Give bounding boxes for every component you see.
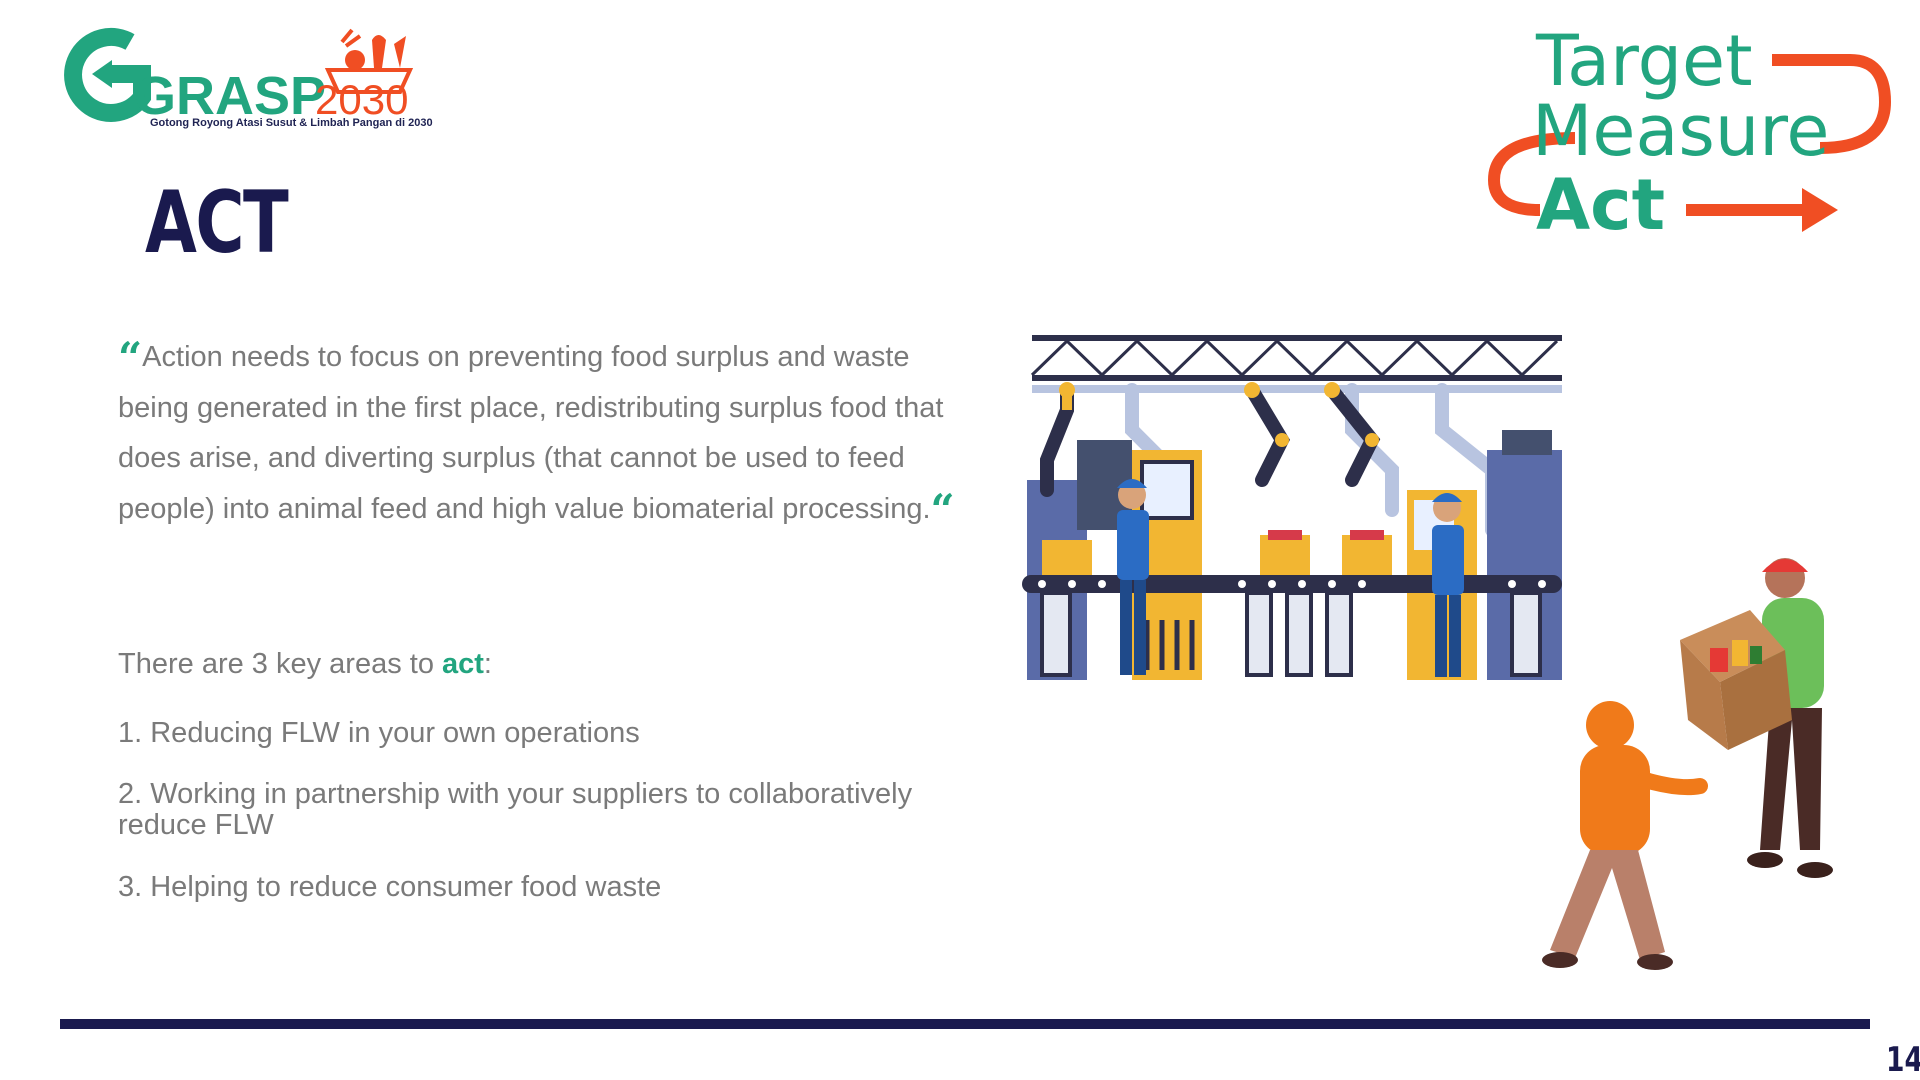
tma-measure-label: Measure <box>1532 90 1830 172</box>
quote-text: Action needs to focus on preventing food… <box>118 341 944 525</box>
arrow-right-icon <box>1802 188 1838 232</box>
key-area-item: 3. Helping to reduce consumer food waste <box>118 871 662 903</box>
logo-brand-year: 2030 <box>315 76 408 123</box>
logo-tagline: Gotong Royong Atasi Susut & Limbah Panga… <box>150 117 433 129</box>
food-donation-illustration <box>1542 558 1833 970</box>
key-area-item: 2. Working in partnership with your supp… <box>118 778 913 841</box>
intro-prefix: There are 3 key areas to <box>118 648 442 680</box>
footer-divider <box>60 1019 1870 1029</box>
tma-act-label: Act <box>1536 164 1666 246</box>
tma-target-label: Target <box>1536 20 1753 102</box>
quote-close-mark: “ <box>930 484 955 534</box>
intro-emphasis: act <box>442 648 484 680</box>
quote-block: “Action needs to focus on preventing foo… <box>118 332 958 534</box>
intro-suffix: : <box>483 648 492 680</box>
page-title: ACT <box>145 173 289 273</box>
key-areas-intro: There are 3 key areas to act: <box>118 648 492 681</box>
key-area-item: 1. Reducing FLW in your own operations <box>118 717 640 749</box>
factory-assembly-line-illustration <box>1022 335 1562 680</box>
quote-open-mark: “ <box>118 333 143 382</box>
page-number: 14 <box>1886 1040 1920 1080</box>
